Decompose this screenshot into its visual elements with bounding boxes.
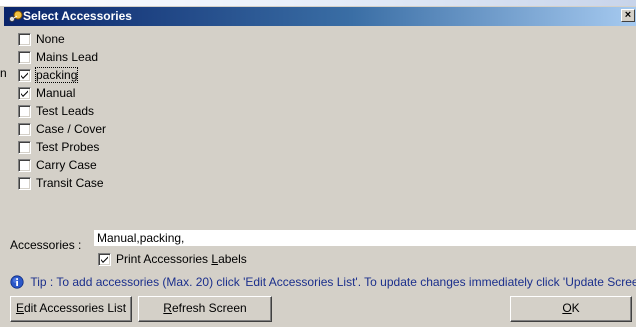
- accessory-checkbox[interactable]: [18, 50, 31, 64]
- accessory-checkbox-row[interactable]: Case / Cover: [18, 122, 106, 138]
- accessory-label: Transit Case: [36, 176, 104, 190]
- accessory-label: Test Probes: [36, 140, 100, 154]
- accessories-label: Accessories :: [10, 238, 82, 252]
- checkmark-icon: [21, 72, 28, 79]
- accessory-checkbox[interactable]: [18, 122, 31, 136]
- accessory-checkbox-row[interactable]: Test Probes: [18, 140, 99, 156]
- tip-row: Tip : To add accessories (Max. 20) click…: [10, 274, 636, 290]
- accessory-checkbox[interactable]: [18, 158, 31, 172]
- tip-text: Tip : To add accessories (Max. 20) click…: [30, 274, 636, 289]
- accessory-checkbox[interactable]: [18, 140, 31, 154]
- accessory-label: Manual: [36, 86, 76, 100]
- accessory-checkbox[interactable]: [18, 176, 31, 190]
- accessory-checkbox-row[interactable]: Mains Lead: [18, 50, 98, 66]
- accessory-label: Case / Cover: [36, 122, 107, 136]
- accessory-checkbox-row[interactable]: packing: [18, 67, 79, 84]
- select-accessories-dialog: Select Accessories × n None Mains Lead pac…: [0, 6, 636, 327]
- print-labels-label: Print Accessories Labels: [116, 252, 247, 266]
- ok-button[interactable]: OK: [510, 296, 632, 322]
- accessory-checkbox[interactable]: [18, 68, 31, 82]
- accessory-label: Test Leads: [36, 104, 95, 118]
- accessory-label: None: [36, 32, 65, 46]
- accessory-checkbox[interactable]: [18, 32, 31, 46]
- accessories-field[interactable]: Manual,packing,: [94, 230, 636, 246]
- refresh-screen-button[interactable]: Refresh Screen: [138, 296, 272, 322]
- accessory-label: packing: [34, 67, 79, 83]
- checkmark-icon: [21, 90, 28, 97]
- accessory-label: Carry Case: [36, 158, 97, 172]
- close-button[interactable]: ×: [621, 9, 635, 22]
- accessory-checkbox[interactable]: [18, 86, 31, 100]
- accessory-checkbox-row[interactable]: Transit Case: [18, 176, 104, 192]
- accessory-checkbox-row[interactable]: Carry Case: [18, 158, 97, 174]
- edit-accessories-list-button[interactable]: Edit Accessories List: [10, 296, 132, 322]
- accessory-label: Mains Lead: [36, 50, 99, 64]
- app-icon: [9, 10, 23, 22]
- background-text-fragment: n: [0, 66, 7, 80]
- print-labels-checkbox-row[interactable]: Print Accessories Labels: [98, 252, 247, 268]
- info-icon: [10, 275, 24, 289]
- title-bar[interactable]: Select Accessories ×: [4, 7, 636, 26]
- accessory-checkbox-row[interactable]: Manual: [18, 86, 75, 102]
- close-icon: ×: [624, 9, 632, 21]
- checkmark-icon: [101, 256, 108, 263]
- accessory-checkbox[interactable]: [18, 104, 31, 118]
- accessory-checkbox-row[interactable]: None: [18, 32, 65, 48]
- window-title: Select Accessories: [23, 9, 132, 23]
- accessory-checkbox-row[interactable]: Test Leads: [18, 104, 94, 120]
- print-labels-checkbox[interactable]: [98, 252, 111, 266]
